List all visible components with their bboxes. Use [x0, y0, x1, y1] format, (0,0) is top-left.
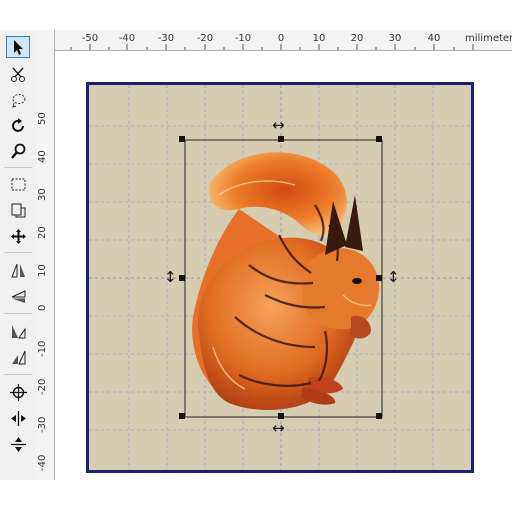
rectangle-select-icon: [11, 178, 26, 191]
center-horizontal-icon: [11, 411, 26, 426]
ruler-label: 10: [37, 264, 48, 277]
stretch-horizontal-arrow-icon[interactable]: ↔: [272, 118, 285, 133]
lasso-tool-button[interactable]: [6, 89, 30, 111]
ruler-label: 50: [37, 112, 48, 125]
move-tool-button[interactable]: [6, 225, 30, 247]
stretch-horizontal-arrow-icon[interactable]: ↔: [272, 421, 285, 436]
resize-handle-bottom-right[interactable]: [376, 413, 382, 419]
ruler-label: -10: [37, 340, 48, 357]
align-right-button[interactable]: [6, 346, 30, 368]
center-tool-button[interactable]: [6, 381, 30, 403]
resize-handle-top-right[interactable]: [376, 136, 382, 142]
rectangle-select-tool-button[interactable]: [6, 173, 30, 195]
align-right-icon: [12, 350, 26, 365]
vertical-ruler: 50 40 30 20 10 0 -10 -20 -30 -40: [36, 30, 55, 480]
resize-handle-top-left[interactable]: [179, 136, 185, 142]
ruler-label: 20: [37, 226, 48, 239]
select-arrow-icon: [14, 40, 23, 55]
center-vertical-button[interactable]: [6, 433, 30, 455]
stretch-vertical-arrow-icon[interactable]: ↕: [164, 270, 177, 285]
mirror-vertical-icon: [11, 290, 26, 303]
rotate-icon: [12, 118, 24, 132]
select-tool-button[interactable]: [6, 36, 30, 58]
tool-palette: [0, 30, 37, 480]
ruler-label: -30: [37, 416, 48, 433]
mirror-vertical-button[interactable]: [6, 285, 30, 307]
reshape-tool-button[interactable]: [6, 63, 30, 85]
rotate-tool-button[interactable]: [6, 115, 30, 137]
ruler-label: 0: [37, 304, 48, 311]
center-vertical-icon: [11, 437, 26, 452]
center-horizontal-button[interactable]: [6, 407, 30, 429]
ruler-label: 30: [37, 188, 48, 201]
ruler-label: 40: [37, 150, 48, 163]
resize-handle-top[interactable]: [278, 136, 284, 142]
ruler-label: -40: [37, 454, 48, 471]
horizontal-ruler: -50 -40 -30 -20 -10 0 10 20 30 40 milime…: [54, 30, 512, 51]
resize-handle-right[interactable]: [376, 275, 382, 281]
lasso-select-icon: [12, 94, 26, 108]
align-left-icon: [12, 325, 26, 339]
center-crosshair-icon: [10, 384, 27, 401]
align-left-button[interactable]: [6, 320, 30, 342]
ruler-ticks: [70, 44, 474, 50]
crop-icon: [11, 203, 26, 218]
zoom-tool-button[interactable]: [6, 140, 30, 162]
mirror-horizontal-icon: [11, 263, 25, 278]
crop-tool-button[interactable]: [6, 199, 30, 221]
resize-handle-bottom-left[interactable]: [179, 413, 185, 419]
status-area: [0, 480, 512, 512]
mirror-horizontal-button[interactable]: [6, 259, 30, 281]
stretch-vertical-arrow-icon[interactable]: ↕: [387, 270, 400, 285]
resize-handle-left[interactable]: [179, 275, 185, 281]
ruler-label: -20: [37, 378, 48, 395]
reshape-scissors-icon: [11, 67, 25, 82]
zoom-magnifier-icon: [11, 143, 26, 159]
move-icon: [11, 229, 26, 244]
